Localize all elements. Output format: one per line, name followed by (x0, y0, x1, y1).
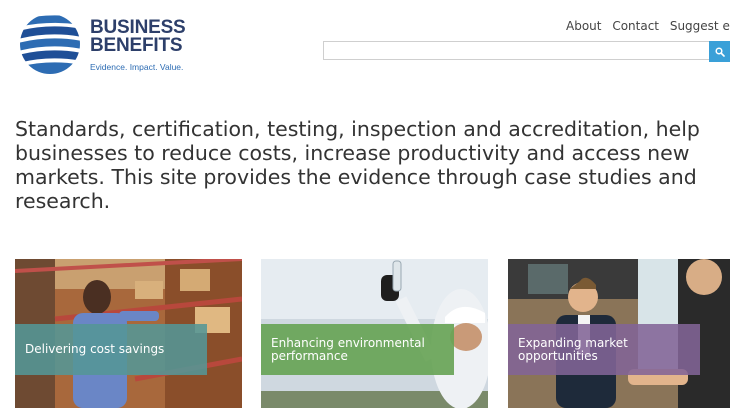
brand-line-2: BENEFITS (90, 35, 183, 56)
search-icon (714, 46, 725, 57)
nav-contact-link[interactable]: Contact (612, 19, 659, 33)
globe-logo-icon (20, 14, 80, 74)
nav-about-link[interactable]: About (566, 19, 601, 33)
brand-tagline: Evidence. Impact. Value. (90, 62, 184, 72)
top-nav: About Contact Suggest entr (566, 19, 730, 33)
card-label: Delivering cost savings (15, 324, 207, 375)
nav-suggest-entry-link[interactable]: Suggest entr (670, 19, 730, 33)
site-logo[interactable]: BUSINESS BENEFITS Evidence. Impact. Valu… (18, 12, 193, 76)
card-market-opportunities[interactable]: Expanding market opportunities (508, 259, 730, 408)
card-label: Expanding market opportunities (508, 324, 700, 375)
card-label: Enhancing environmental performance (261, 324, 454, 375)
card-environmental-performance[interactable]: Enhancing environmental performance (261, 259, 488, 408)
search-input[interactable] (323, 41, 709, 60)
search-button[interactable] (709, 41, 730, 62)
search-bar (323, 41, 730, 62)
brand-name: BUSINESS BENEFITS (90, 18, 186, 56)
card-cost-savings[interactable]: Delivering cost savings (15, 259, 242, 408)
intro-statement: Standards, certification, testing, inspe… (15, 117, 700, 213)
